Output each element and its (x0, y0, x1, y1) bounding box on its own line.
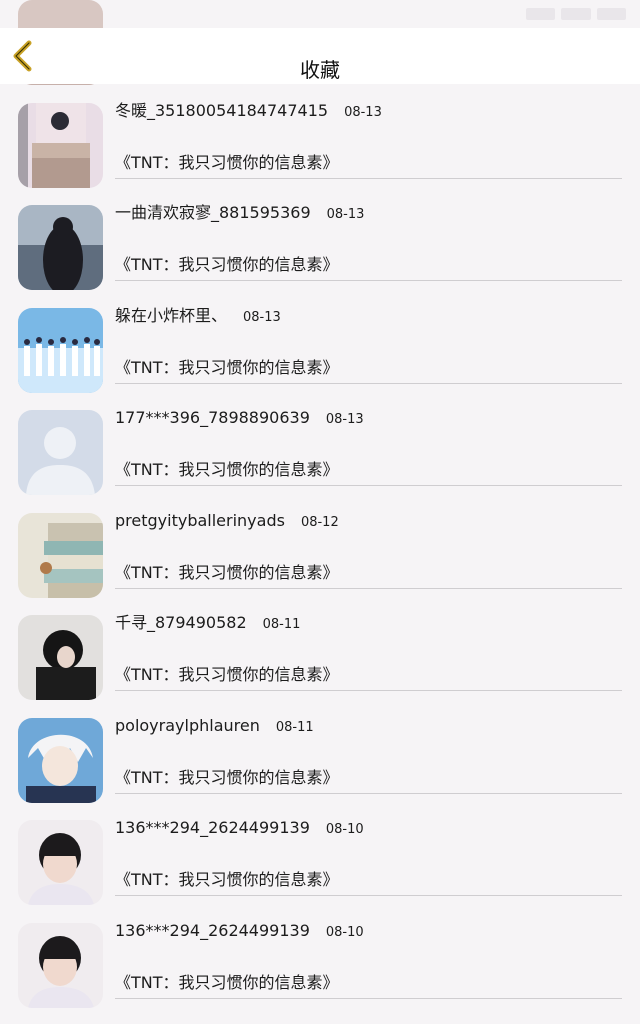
avatar[interactable] (18, 512, 103, 598)
avatar[interactable] (18, 410, 103, 495)
avatar[interactable] (18, 102, 103, 188)
user-name: 千寻_879490582 08-11 (115, 612, 300, 636)
favorite-list-item[interactable]: 177***396_7898890639 08-13 《TNT：我只习惯你的信息素》 (0, 400, 640, 503)
book-title[interactable]: 《TNT：我只习惯你的信息素》 (115, 459, 339, 481)
user-name-text: poloyraylphlauren (115, 715, 260, 735)
book-title[interactable]: 《TNT：我只习惯你的信息素》 (115, 767, 339, 789)
user-name-text: 一曲清欢寂寥_881595369 (115, 203, 311, 222)
divider (115, 997, 622, 999)
favorite-date: 08-13 (243, 309, 281, 325)
divider (115, 177, 622, 179)
user-name: 136***294_2624499139 08-10 (115, 920, 364, 944)
book-title[interactable]: 《TNT：我只习惯你的信息素》 (115, 357, 339, 379)
page-title: 收藏 (300, 58, 340, 82)
user-name-text: 136***294_2624499139 (115, 818, 310, 837)
favorite-list-item[interactable]: pretgyityballerinyads 08-12 《TNT：我只习惯你的信息素… (0, 503, 640, 606)
favorites-list-inner: 冬暖_35180054184747415 08-13 《TNT：我只习惯你的信息素》… (0, 0, 640, 1015)
user-name-text: 冬暖_35180054184747415 (115, 100, 329, 120)
avatar[interactable] (18, 615, 103, 700)
favorite-list-item[interactable]: 躲在小炸杯里、 08-13 《TNT：我只习惯你的信息素》 (0, 298, 640, 401)
user-name: 177***396_7898890639 08-13 (115, 407, 364, 431)
favorite-date: 08-10 (325, 924, 364, 940)
user-name: poloyraylphlauren 08-11 (115, 715, 314, 739)
user-name (115, 0, 131, 21)
divider (115, 690, 622, 691)
avatar[interactable] (18, 922, 103, 1008)
user-name-text: 躲在小炸杯里、 (115, 305, 228, 325)
divider (115, 587, 622, 589)
favorite-list-item[interactable]: 136***294_2624499139 08-10 《TNT：我只习惯你的信息素》 (0, 810, 640, 913)
user-name-text: 千寻_879490582 (115, 613, 247, 632)
favorite-date: 08-13 (326, 207, 365, 222)
user-name: 冬暖_35180054184747415 08-13 (115, 100, 382, 124)
book-title[interactable]: 《TNT：我只习惯你的信息素》 (115, 869, 339, 891)
divider (115, 280, 622, 281)
book-title[interactable]: 《TNT：我只习惯你的信息素》 (115, 254, 339, 276)
favorite-list-item[interactable]: poloyraylphlauren 08-11 《TNT：我只习惯你的信息素》 (0, 708, 640, 811)
favorite-list-item[interactable]: 冬暖_35180054184747415 08-13 《TNT：我只习惯你的信息素》 (0, 93, 640, 196)
user-name: pretgyityballerinyads 08-12 (115, 510, 339, 534)
favorite-list-item[interactable]: 136***294_2624499139 08-10 《TNT：我只习惯你的信息素》 (0, 913, 640, 1016)
favorite-date: 08-11 (262, 617, 301, 632)
book-title[interactable]: 《TNT：我只习惯你的信息素》 (115, 562, 339, 584)
divider (115, 485, 622, 486)
divider (115, 382, 622, 384)
favorite-list-item[interactable]: 千寻_879490582 08-11 《TNT：我只习惯你的信息素》 (0, 605, 640, 708)
favorite-list-item[interactable]: 一曲清欢寂寥_881595369 08-13 《TNT：我只习惯你的信息素》 (0, 195, 640, 298)
favorite-date: 08-13 (344, 104, 382, 120)
favorite-date: 08-12 (300, 514, 339, 530)
user-name: 一曲清欢寂寥_881595369 08-13 (115, 202, 364, 226)
book-title[interactable]: 《TNT：我只习惯你的信息素》 (115, 664, 339, 686)
divider (115, 792, 622, 794)
user-name: 躲在小炸杯里、 08-13 (115, 305, 281, 329)
avatar[interactable] (18, 820, 103, 905)
favorite-date: 08-10 (325, 822, 364, 837)
book-title[interactable]: 《TNT：我只习惯你的信息素》 (115, 972, 339, 994)
header-bar: 收藏 (0, 28, 640, 84)
favorite-date: 08-13 (325, 412, 364, 427)
divider (115, 895, 622, 896)
user-name-text: 177***396_7898890639 (115, 408, 310, 427)
user-name-text: pretgyityballerinyads (115, 510, 285, 530)
user-name-text: 136***294_2624499139 (115, 920, 310, 940)
avatar[interactable] (18, 307, 103, 393)
user-name: 136***294_2624499139 08-10 (115, 817, 364, 841)
favorites-list[interactable]: 冬暖_35180054184747415 08-13 《TNT：我只习惯你的信息素》… (0, 0, 640, 1024)
avatar[interactable] (18, 717, 103, 803)
book-title[interactable]: 《TNT：我只习惯你的信息素》 (115, 152, 339, 174)
avatar[interactable] (18, 205, 103, 290)
favorite-date: 08-11 (275, 719, 314, 735)
